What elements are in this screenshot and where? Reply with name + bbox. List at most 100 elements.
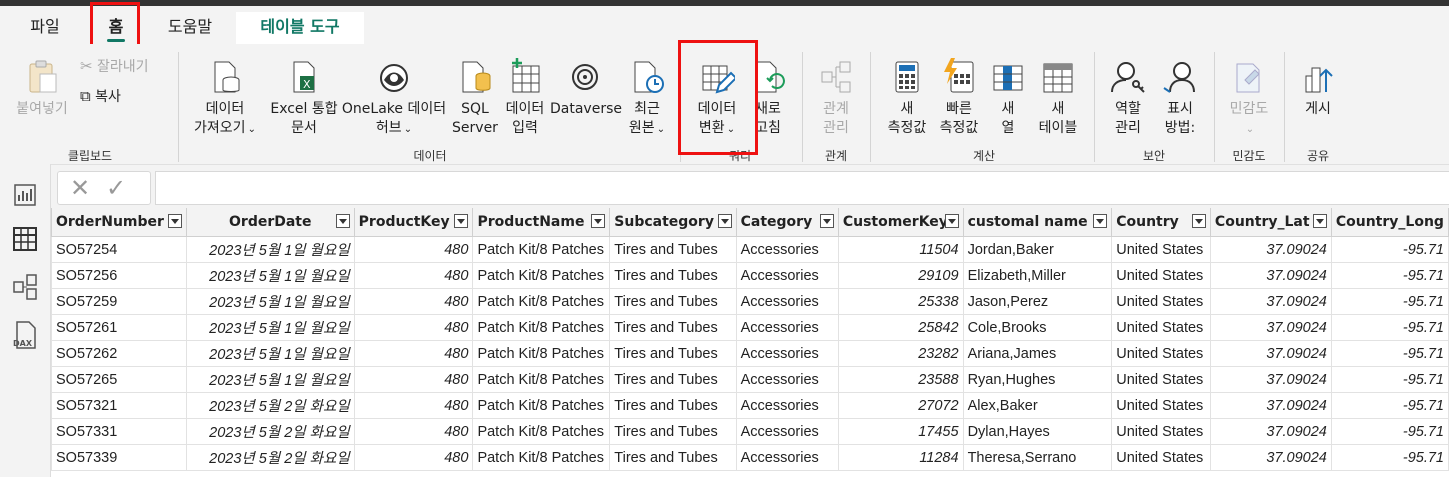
table-cell[interactable]: United States <box>1111 366 1211 393</box>
manage-roles-button[interactable]: 역할 관리 <box>1104 58 1152 138</box>
filter-dropdown-icon[interactable] <box>1093 214 1108 228</box>
table-cell[interactable]: -95.71 <box>1330 366 1449 393</box>
column-header-customerkey[interactable]: CustomerKey <box>837 208 964 237</box>
table-cell[interactable]: SO57339 <box>51 444 187 471</box>
table-cell[interactable]: Tires and Tubes <box>609 262 737 289</box>
column-header-ordernumber[interactable]: OrderNumber <box>51 208 187 237</box>
table-cell[interactable]: Dylan,Hayes <box>962 418 1113 445</box>
table-cell[interactable]: United States <box>1111 236 1211 263</box>
dax-query-view-icon[interactable]: DAX <box>6 316 44 354</box>
new-column-button[interactable]: 새 열 <box>988 58 1028 138</box>
get-data-button[interactable]: 데이터 가져오기 ⌄ <box>188 58 262 139</box>
table-cell[interactable]: United States <box>1111 444 1211 471</box>
new-table-button[interactable]: 새 테이블 <box>1030 58 1086 138</box>
table-cell[interactable]: Accessories <box>735 314 839 341</box>
table-cell[interactable]: 37.09024 <box>1209 236 1332 263</box>
filter-dropdown-icon[interactable] <box>167 214 182 228</box>
table-cell[interactable]: -95.71 <box>1330 262 1449 289</box>
tab-home[interactable]: 홈 <box>94 12 138 42</box>
table-cell[interactable]: Cole,Brooks <box>962 314 1113 341</box>
table-cell[interactable]: 25338 <box>837 288 964 315</box>
tab-help[interactable]: 도움말 <box>158 12 222 42</box>
table-cell[interactable]: 37.09024 <box>1209 444 1332 471</box>
table-cell[interactable]: United States <box>1111 314 1211 341</box>
onelake-hub-button[interactable]: OneLake 데이터 허브 ⌄ <box>340 58 448 139</box>
table-cell[interactable]: 27072 <box>837 392 964 419</box>
table-cell[interactable]: 480 <box>353 236 474 263</box>
table-cell[interactable]: United States <box>1111 340 1211 367</box>
table-view-icon[interactable] <box>6 220 44 258</box>
table-row[interactable]: SO57321 2023년 5월 2일 화요일 480 Patch Kit/8 Pat… <box>51 392 1449 419</box>
paste-button[interactable]: 붙여넣기 <box>10 58 74 119</box>
table-cell[interactable]: Tires and Tubes <box>609 340 737 367</box>
table-cell[interactable]: Patch Kit/8 Patches <box>472 340 611 367</box>
table-cell[interactable]: 2023년 5월 1일 월요일 <box>185 236 355 263</box>
quick-measure-button[interactable]: 빠른 측정값 <box>932 58 986 138</box>
table-cell[interactable]: 480 <box>353 366 474 393</box>
table-cell[interactable]: Tires and Tubes <box>609 366 737 393</box>
table-cell[interactable]: 480 <box>353 288 474 315</box>
table-cell[interactable]: Patch Kit/8 Patches <box>472 262 611 289</box>
table-row[interactable]: SO57256 2023년 5월 1일 월요일 480 Patch Kit/8 Pat… <box>51 262 1449 289</box>
table-cell[interactable]: 2023년 5월 1일 월요일 <box>185 288 355 315</box>
table-cell[interactable]: SO57265 <box>51 366 187 393</box>
table-cell[interactable]: Elizabeth,Miller <box>962 262 1113 289</box>
table-cell[interactable]: -95.71 <box>1330 236 1449 263</box>
table-cell[interactable]: SO57261 <box>51 314 187 341</box>
table-row[interactable]: SO57339 2023년 5월 2일 화요일 480 Patch Kit/8 Pat… <box>51 444 1449 471</box>
column-header-customal-name[interactable]: customal name <box>962 208 1113 237</box>
table-cell[interactable]: 2023년 5월 2일 화요일 <box>185 392 355 419</box>
table-cell[interactable]: Theresa,Serrano <box>962 444 1113 471</box>
table-cell[interactable]: United States <box>1111 262 1211 289</box>
table-cell[interactable]: Accessories <box>735 418 839 445</box>
table-cell[interactable]: Alex,Baker <box>962 392 1113 419</box>
filter-dropdown-icon[interactable] <box>944 214 959 228</box>
table-cell[interactable]: Patch Kit/8 Patches <box>472 236 611 263</box>
cancel-icon[interactable]: ✕ <box>70 174 90 202</box>
dataverse-button[interactable]: Dataverse <box>550 58 622 119</box>
manage-relationships-button[interactable]: 관계 관리 <box>810 58 862 138</box>
table-cell[interactable]: Tires and Tubes <box>609 288 737 315</box>
table-cell[interactable]: SO57321 <box>51 392 187 419</box>
view-as-button[interactable]: 표시 방법: <box>1156 58 1204 138</box>
table-cell[interactable]: SO57331 <box>51 418 187 445</box>
sensitivity-button[interactable]: 민감도 ⌄ <box>1222 58 1276 139</box>
table-cell[interactable]: Tires and Tubes <box>609 392 737 419</box>
table-cell[interactable]: SO57262 <box>51 340 187 367</box>
table-cell[interactable]: SO57259 <box>51 288 187 315</box>
table-row[interactable]: SO57331 2023년 5월 2일 화요일 480 Patch Kit/8 Pat… <box>51 418 1449 445</box>
table-cell[interactable]: 2023년 5월 1일 월요일 <box>185 366 355 393</box>
column-header-productname[interactable]: ProductName <box>472 208 611 237</box>
table-cell[interactable]: Ariana,James <box>962 340 1113 367</box>
table-cell[interactable]: 37.09024 <box>1209 262 1332 289</box>
recent-sources-button[interactable]: 최근 원본 ⌄ <box>622 58 672 139</box>
tab-table-tools[interactable]: 테이블 도구 <box>236 12 364 48</box>
table-row[interactable]: SO57259 2023년 5월 1일 월요일 480 Patch Kit/8 Pat… <box>51 288 1449 315</box>
table-cell[interactable]: 480 <box>353 340 474 367</box>
table-cell[interactable]: 2023년 5월 1일 월요일 <box>185 340 355 367</box>
table-cell[interactable]: Tires and Tubes <box>609 444 737 471</box>
column-header-country[interactable]: Country <box>1111 208 1211 237</box>
check-icon[interactable]: ✓ <box>106 174 126 202</box>
table-cell[interactable]: Accessories <box>735 236 839 263</box>
copy-button[interactable]: ⧉ 복사 <box>80 86 121 106</box>
table-cell[interactable]: 11284 <box>837 444 964 471</box>
filter-dropdown-icon[interactable] <box>717 214 732 228</box>
table-cell[interactable]: SO57256 <box>51 262 187 289</box>
table-cell[interactable]: 480 <box>353 392 474 419</box>
table-cell[interactable]: 11504 <box>837 236 964 263</box>
table-cell[interactable]: 37.09024 <box>1209 314 1332 341</box>
table-cell[interactable]: 37.09024 <box>1209 418 1332 445</box>
table-cell[interactable]: Patch Kit/8 Patches <box>472 392 611 419</box>
cut-button[interactable]: ✂ 잘라내기 <box>80 56 149 76</box>
table-cell[interactable]: -95.71 <box>1330 340 1449 367</box>
tab-file[interactable]: 파일 <box>20 12 70 42</box>
table-cell[interactable]: 37.09024 <box>1209 340 1332 367</box>
table-cell[interactable]: -95.71 <box>1330 288 1449 315</box>
table-cell[interactable]: Tires and Tubes <box>609 314 737 341</box>
table-cell[interactable]: Ryan,Hughes <box>962 366 1113 393</box>
new-measure-button[interactable]: 새 측정값 <box>880 58 934 138</box>
table-cell[interactable]: Patch Kit/8 Patches <box>472 314 611 341</box>
table-cell[interactable]: 480 <box>353 314 474 341</box>
table-cell[interactable]: 2023년 5월 2일 화요일 <box>185 444 355 471</box>
